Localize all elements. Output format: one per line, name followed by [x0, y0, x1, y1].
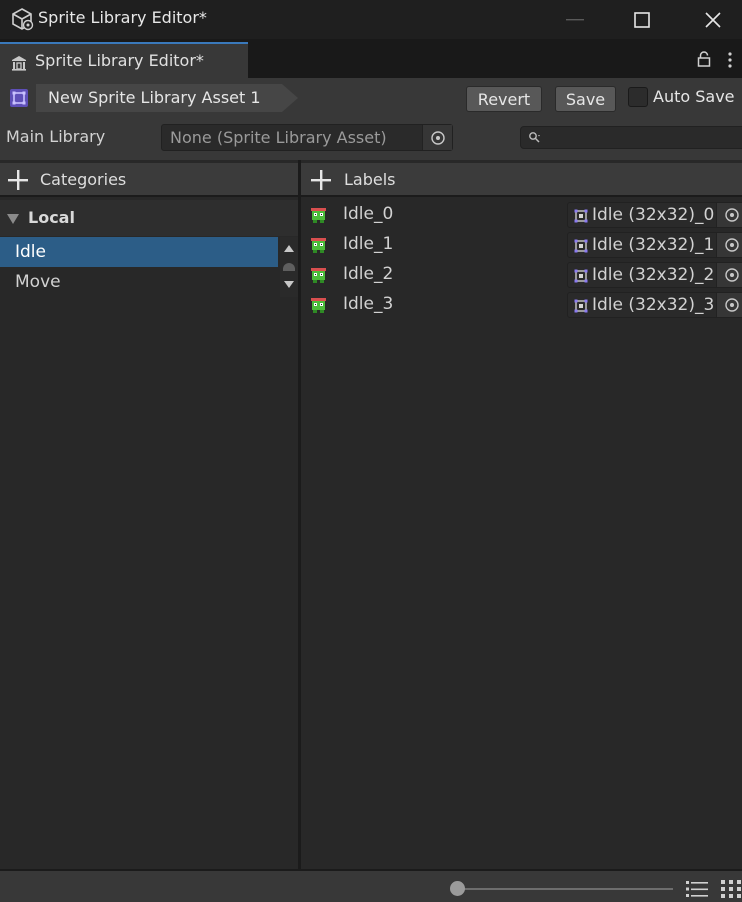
- zoom-slider-track[interactable]: [457, 888, 673, 890]
- sprite-asset-icon: [574, 209, 588, 223]
- main-library-label: Main Library: [6, 127, 106, 146]
- editor-toolbar: New Sprite Library Asset 1 Revert Save A…: [0, 78, 742, 118]
- label-row[interactable]: Idle_1 Idle (32x32)_1: [301, 230, 742, 260]
- window-title-bar: Sprite Library Editor*: [0, 0, 742, 39]
- categories-scrollbar[interactable]: [280, 237, 298, 297]
- sprite-library-asset-icon: [10, 89, 28, 107]
- tab-label: Sprite Library Editor*: [35, 51, 204, 70]
- minimize-icon: [566, 18, 584, 20]
- sprite-asset-icon: [574, 269, 588, 283]
- label-name[interactable]: Idle_1: [343, 234, 393, 254]
- categories-header: Categories: [0, 163, 298, 197]
- revert-button[interactable]: Revert: [466, 86, 542, 112]
- tab-strip: Sprite Library Editor*: [0, 39, 742, 78]
- target-picker-icon: [724, 268, 739, 282]
- category-label: Move: [15, 272, 61, 292]
- tab-sprite-library-editor[interactable]: Sprite Library Editor*: [0, 42, 248, 78]
- search-input[interactable]: [547, 128, 737, 147]
- frog-sprite-icon: [311, 238, 326, 253]
- label-name[interactable]: Idle_0: [343, 204, 393, 224]
- unity-cube-icon: [12, 8, 34, 31]
- sprite-value: Idle (32x32)_0: [592, 205, 715, 225]
- asset-name: New Sprite Library Asset 1: [48, 88, 261, 107]
- scroll-down-arrow-icon[interactable]: [284, 281, 294, 288]
- list-view-icon[interactable]: [686, 880, 708, 898]
- bottom-bar: [0, 869, 742, 902]
- category-item-move[interactable]: Move: [0, 267, 278, 297]
- main-library-row: Main Library None (Sprite Library Asset): [0, 118, 742, 160]
- category-label: Idle: [15, 242, 46, 262]
- frog-sprite-icon: [311, 298, 326, 313]
- lock-icon[interactable]: [697, 51, 711, 67]
- categories-panel: Categories Local Idle Move: [0, 163, 298, 869]
- scroll-up-arrow-icon[interactable]: [284, 245, 294, 252]
- sprite-field[interactable]: Idle (32x32)_0: [567, 202, 742, 228]
- category-item-idle[interactable]: Idle: [0, 237, 278, 267]
- sprite-value: Idle (32x32)_3: [592, 295, 715, 315]
- maximize-icon: [634, 11, 650, 28]
- sprite-asset-icon: [574, 239, 588, 253]
- minimize-button[interactable]: [540, 0, 610, 39]
- expand-arrow-icon[interactable]: [7, 214, 19, 224]
- object-picker-button[interactable]: [716, 203, 742, 227]
- search-icon: [529, 132, 540, 143]
- sprite-field[interactable]: Idle (32x32)_1: [567, 232, 742, 258]
- auto-save-checkbox[interactable]: [628, 87, 648, 107]
- scrollbar-thumb[interactable]: [283, 263, 295, 271]
- add-label-button[interactable]: [309, 168, 333, 192]
- close-window-button[interactable]: [678, 0, 742, 39]
- zoom-slider-handle[interactable]: [450, 881, 465, 896]
- category-group-label: Local: [28, 208, 75, 227]
- target-picker-icon: [430, 130, 445, 145]
- label-row[interactable]: Idle_2 Idle (32x32)_2: [301, 260, 742, 290]
- frog-sprite-icon: [311, 268, 326, 283]
- object-picker-button[interactable]: [422, 125, 452, 150]
- target-picker-icon: [724, 208, 739, 222]
- labels-title: Labels: [344, 170, 396, 189]
- labels-header: Labels: [301, 163, 742, 197]
- labels-panel: Labels Idle_0 Idle (32x32)_0 Idle_1 Idle…: [301, 163, 742, 869]
- target-picker-icon: [724, 298, 739, 312]
- sprite-field[interactable]: Idle (32x32)_3: [567, 292, 742, 318]
- label-row[interactable]: Idle_3 Idle (32x32)_3: [301, 290, 742, 320]
- sprite-library-icon: [12, 56, 26, 71]
- close-icon: [705, 11, 721, 28]
- auto-save-label: Auto Save: [653, 87, 735, 106]
- label-name[interactable]: Idle_2: [343, 264, 393, 284]
- sprite-field[interactable]: Idle (32x32)_2: [567, 262, 742, 288]
- save-button[interactable]: Save: [555, 86, 616, 112]
- window-title: Sprite Library Editor*: [38, 8, 207, 27]
- add-category-button[interactable]: [6, 168, 30, 192]
- categories-title: Categories: [40, 170, 127, 189]
- category-group-local[interactable]: Local: [0, 200, 298, 236]
- main-library-value: None (Sprite Library Asset): [170, 128, 387, 147]
- sprite-asset-icon: [574, 299, 588, 313]
- more-options-icon[interactable]: [725, 50, 735, 70]
- label-row[interactable]: Idle_0 Idle (32x32)_0: [301, 200, 742, 230]
- main-library-field[interactable]: None (Sprite Library Asset): [161, 124, 453, 151]
- target-picker-icon: [724, 238, 739, 252]
- sprite-value: Idle (32x32)_1: [592, 235, 715, 255]
- object-picker-button[interactable]: [716, 233, 742, 257]
- grid-view-icon[interactable]: [721, 880, 741, 898]
- object-picker-button[interactable]: [716, 293, 742, 317]
- frog-sprite-icon: [311, 208, 326, 223]
- search-field[interactable]: [520, 126, 742, 149]
- label-name[interactable]: Idle_3: [343, 294, 393, 314]
- maximize-button[interactable]: [607, 0, 677, 39]
- object-picker-button[interactable]: [716, 263, 742, 287]
- breadcrumb-asset[interactable]: New Sprite Library Asset 1: [36, 84, 298, 112]
- sprite-value: Idle (32x32)_2: [592, 265, 715, 285]
